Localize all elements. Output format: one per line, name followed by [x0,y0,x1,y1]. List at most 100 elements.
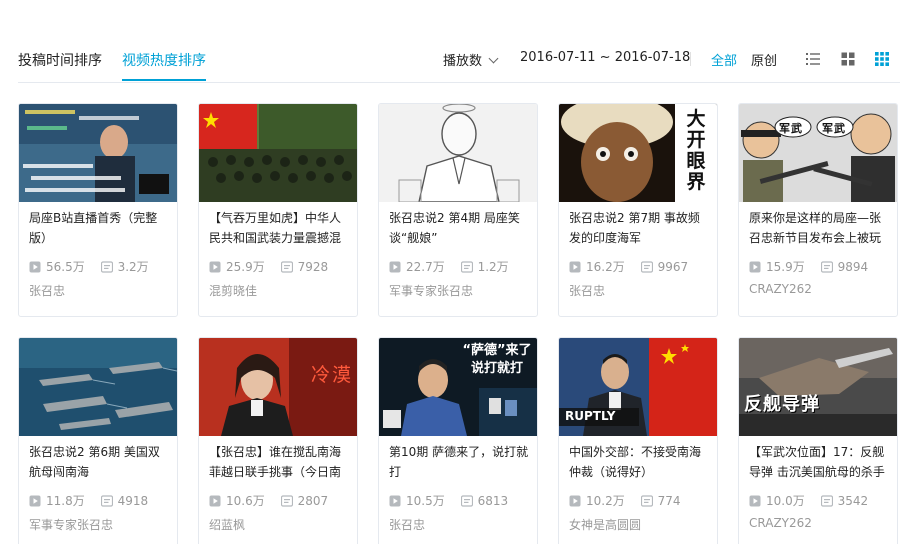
video-title[interactable]: 【气吞万里如虎】中华人民共和国武装力量震撼混 [209,208,349,248]
play-count: 22.7万 [389,258,445,275]
uploader-name[interactable]: 张召忠 [29,282,65,299]
dense-grid-icon[interactable] [875,52,889,66]
danmaku-count: 2807 [280,494,328,508]
danmaku-count-value: 6813 [477,493,509,508]
order-by-dropdown[interactable]: 播放数 [443,50,499,69]
video-card[interactable]: 【气吞万里如虎】中华人民共和国武装力量震撼混 25.9万 7928 混剪晓佳 [198,103,358,317]
toolbar-divider [690,52,691,66]
danmaku-count: 9894 [820,260,868,274]
play-count-icon [569,495,581,506]
video-stats: 11.8万 4918 [29,492,174,508]
video-title[interactable]: 中国外交部：不接受南海仲裁（说得好） [569,442,709,482]
play-count-value: 25.9万 [226,260,265,274]
tab-sort-by-popularity[interactable]: 视频热度排序 [122,50,206,81]
thumbnail-caption: RUPTLY [565,409,616,423]
play-count-icon [749,261,761,272]
video-stats: 16.2万 9967 [569,258,714,274]
play-count-icon [749,495,761,506]
video-thumbnail[interactable] [199,104,357,202]
tab-sort-by-upload-time[interactable]: 投稿时间排序 [18,50,102,70]
video-card[interactable]: 冷漠 【张召忠】谁在搅乱南海菲越日联手挑事（今日南 10.6万 2807 绍蓝枫 [198,337,358,544]
play-count-icon [29,261,41,272]
danmaku-count-icon [640,260,653,273]
thumbnail-caption-repeat: 军武 [822,122,846,135]
video-card[interactable]: RUPTLY 中国外交部：不接受南海仲裁（说得好） 10.2万 774 女神是高… [558,337,718,544]
list-view-icon[interactable] [806,52,820,66]
video-title[interactable]: 张召忠说2 第7期 事故频发的印度海军 [569,208,709,248]
danmaku-count-value: 774 [657,493,681,508]
video-card[interactable]: 张召忠说2 第6期 美国双航母闯南海 11.8万 4918 军事专家张召忠 [18,337,178,544]
video-thumbnail[interactable]: 冷漠 [199,338,357,436]
video-card[interactable]: 张召忠说2 第4期 局座笑谈“舰娘” 22.7万 1.2万 军事专家张召忠 [378,103,538,317]
uploader-name[interactable]: 军事专家张召忠 [29,516,113,533]
thumbnail-caption: 大开眼界 [686,108,706,193]
filter-original[interactable]: 原创 [751,50,777,69]
video-stats: 10.2万 774 [569,492,714,508]
thumbnail-caption: 军武 [779,122,803,135]
uploader-name[interactable]: CRAZY262 [749,516,812,530]
video-title[interactable]: 【张召忠】谁在搅乱南海菲越日联手挑事（今日南 [209,442,349,482]
play-count-icon [389,261,401,272]
thumbnail-caption: “萨德”来了 说打就打 [462,343,532,376]
danmaku-count-value: 3542 [837,493,869,508]
video-thumbnail[interactable] [19,104,177,202]
play-count-icon [209,261,221,272]
play-count-value: 22.7万 [406,260,445,274]
video-card[interactable]: 军武 军武 原来你是这样的局座—张召忠新节目发布会上被玩 15.9万 9894 … [738,103,898,317]
play-count: 10.5万 [389,492,445,509]
date-range-picker[interactable]: 2016-07-11 ~ 2016-07-18 [520,50,690,65]
video-title[interactable]: 张召忠说2 第6期 美国双航母闯南海 [29,442,169,482]
video-thumbnail[interactable]: 反舰导弹 [739,338,897,436]
play-count: 56.5万 [29,258,85,275]
video-card[interactable]: 大开眼界 张召忠说2 第7期 事故频发的印度海军 16.2万 9967 张召忠 [558,103,718,317]
danmaku-count: 7928 [280,259,329,274]
video-thumbnail[interactable] [19,338,177,436]
video-card[interactable]: 局座B站直播首秀（完整版） 56.5万 3.2万 张召忠 [18,103,178,317]
play-count: 15.9万 [749,258,805,275]
video-stats: 15.9万 9894 [749,258,894,274]
play-count-value: 16.2万 [586,260,625,274]
uploader-name[interactable]: 女神是高圆圆 [569,516,641,533]
danmaku-count-icon [820,260,833,273]
danmaku-count: 1.2万 [460,258,509,275]
video-stats: 10.6万 2807 [209,492,354,508]
danmaku-count-value: 7928 [297,259,329,274]
uploader-name[interactable]: 军事专家张召忠 [389,282,473,299]
video-card[interactable]: 反舰导弹 【军武次位面】17：反舰导弹 击沉美国航母的杀手 10.0万 3542… [738,337,898,544]
video-title[interactable]: 局座B站直播首秀（完整版） [29,208,169,248]
video-thumbnail[interactable]: “萨德”来了 说打就打 [379,338,537,436]
video-card[interactable]: “萨德”来了 说打就打 第10期 萨德来了，说打就打 10.5万 6813 张召… [378,337,538,544]
filter-all[interactable]: 全部 [711,50,737,69]
play-count-icon [29,495,41,506]
video-title[interactable]: 第10期 萨德来了，说打就打 [389,442,529,482]
video-thumbnail[interactable] [379,104,537,202]
play-count-value: 10.2万 [586,494,625,508]
grid-view-icon[interactable] [841,52,855,66]
video-thumbnail[interactable]: 大开眼界 [559,104,717,202]
chevron-down-icon [488,53,499,64]
play-count: 16.2万 [569,258,625,275]
video-title[interactable]: 张召忠说2 第4期 局座笑谈“舰娘” [389,208,529,248]
uploader-name[interactable]: 混剪晓佳 [209,282,257,299]
danmaku-count-value: 1.2万 [477,260,509,274]
danmaku-count: 3542 [820,493,869,508]
video-title[interactable]: 【军武次位面】17：反舰导弹 击沉美国航母的杀手 [749,442,889,482]
uploader-name[interactable]: 张召忠 [389,516,425,533]
play-count-value: 10.0万 [766,494,805,508]
video-stats: 10.0万 3542 [749,492,894,508]
danmaku-count-icon [460,260,473,273]
play-count-value: 15.9万 [766,260,805,274]
video-stats: 56.5万 3.2万 [29,258,174,274]
order-by-value: 播放数 [443,54,483,69]
video-thumbnail[interactable]: 军武 军武 [739,104,897,202]
danmaku-count-icon [820,494,833,507]
uploader-name[interactable]: 张召忠 [569,282,605,299]
play-count: 11.8万 [29,492,85,509]
video-title[interactable]: 原来你是这样的局座—张召忠新节目发布会上被玩 [749,208,889,248]
play-count-icon [209,495,221,506]
uploader-name[interactable]: CRAZY262 [749,282,812,296]
video-thumbnail[interactable]: RUPTLY [559,338,717,436]
toolbar-divider-line [18,82,900,83]
uploader-name[interactable]: 绍蓝枫 [209,516,245,533]
danmaku-count-icon [100,494,113,507]
